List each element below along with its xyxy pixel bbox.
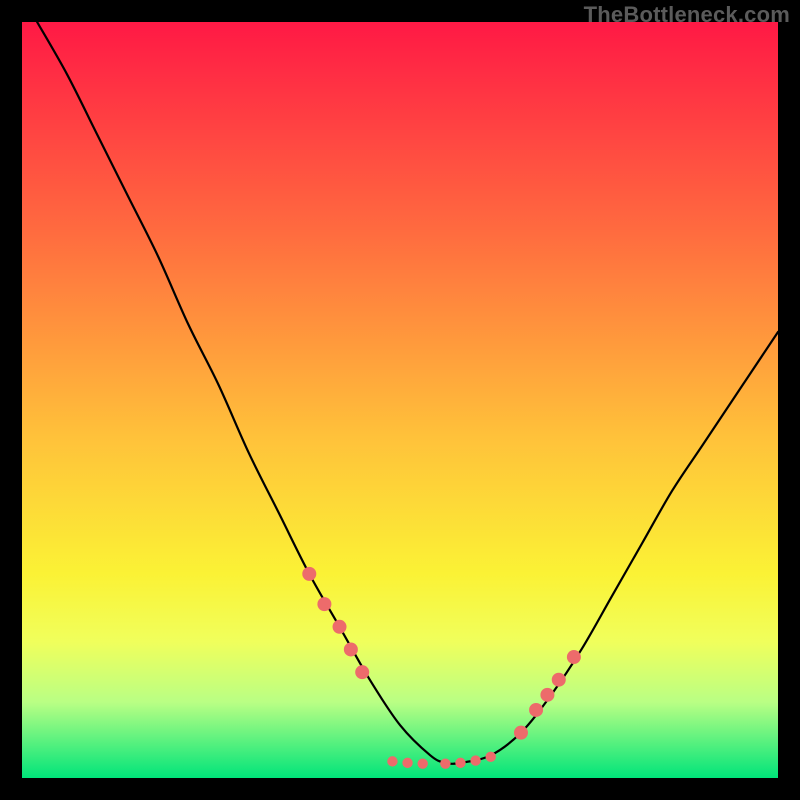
performance-marker — [333, 620, 347, 634]
performance-marker — [440, 758, 450, 768]
performance-marker — [302, 567, 316, 581]
performance-marker — [455, 758, 465, 768]
performance-marker — [529, 703, 543, 717]
performance-marker — [402, 758, 412, 768]
performance-marker — [470, 755, 480, 765]
performance-marker — [540, 688, 554, 702]
performance-marker — [387, 756, 397, 766]
performance-marker — [567, 650, 581, 664]
performance-marker — [514, 726, 528, 740]
performance-marker — [317, 597, 331, 611]
performance-marker — [417, 758, 427, 768]
chart-frame: TheBottleneck.com — [0, 0, 800, 800]
performance-marker — [355, 665, 369, 679]
bottleneck-chart — [22, 22, 778, 778]
watermark-text: TheBottleneck.com — [584, 2, 790, 28]
performance-marker — [552, 673, 566, 687]
gradient-background — [22, 22, 778, 778]
performance-marker — [486, 752, 496, 762]
performance-marker — [344, 642, 358, 656]
